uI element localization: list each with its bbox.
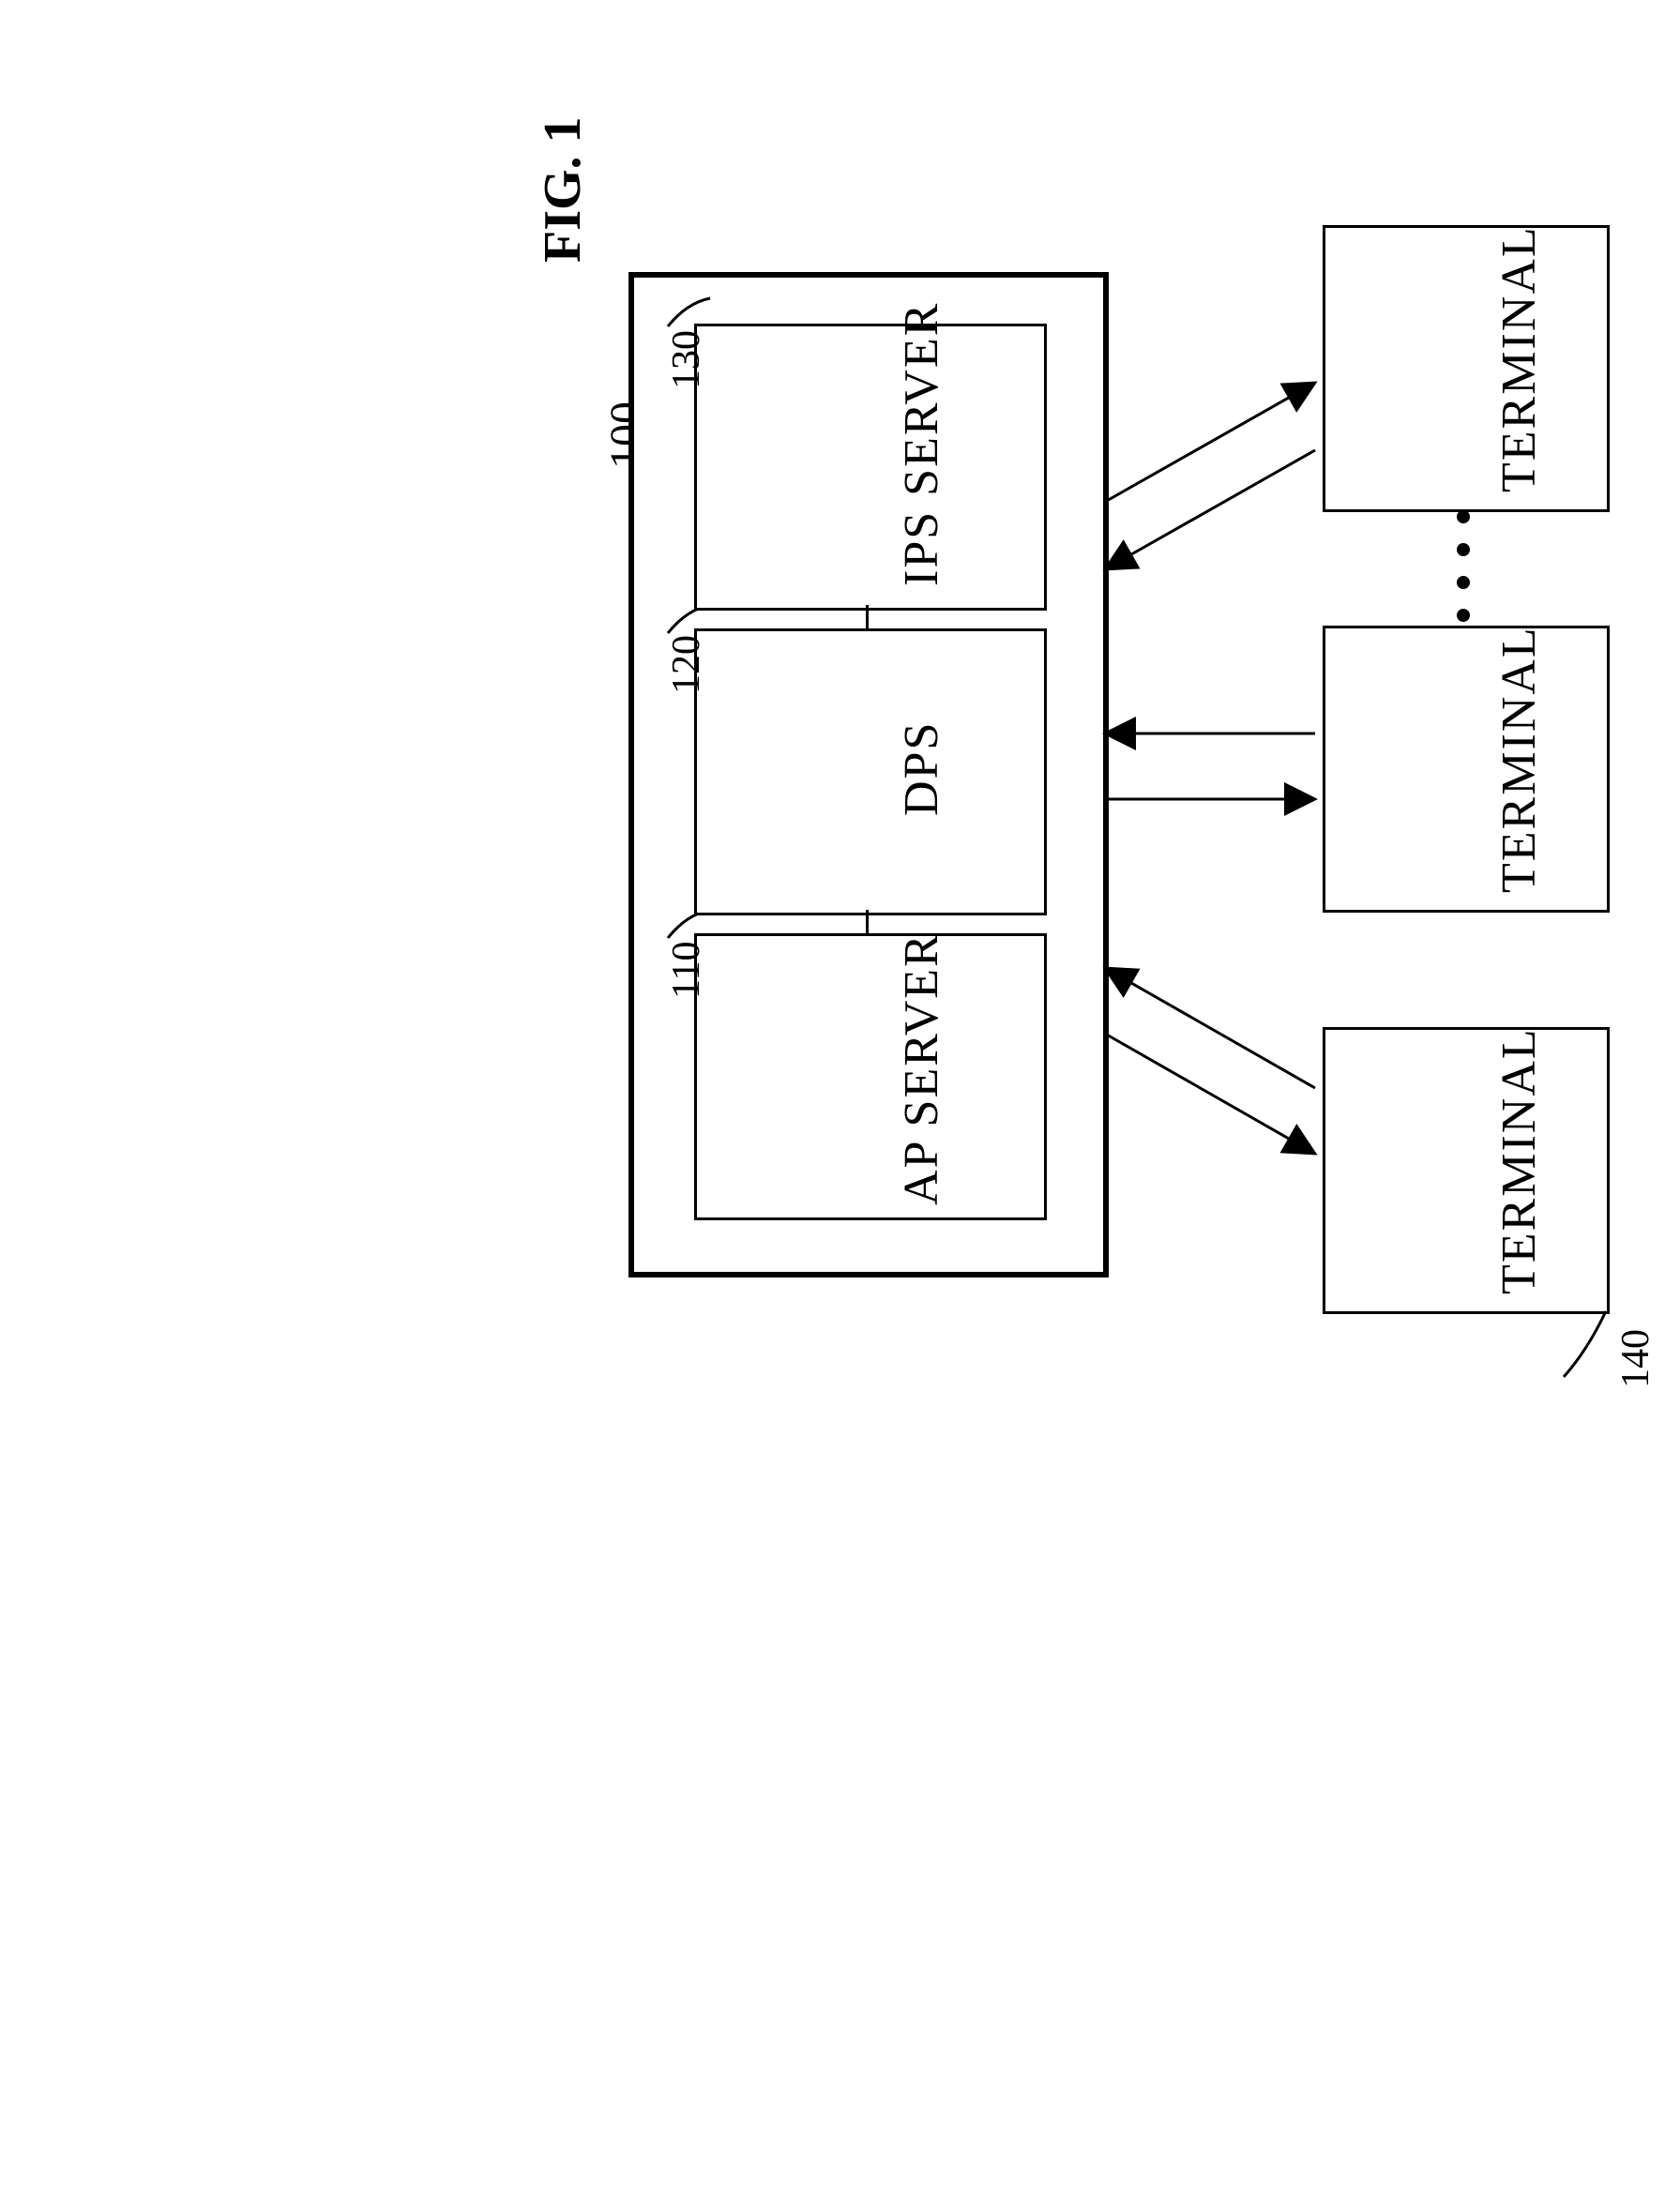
ref-ap-server: 110 [664, 942, 709, 999]
terminal-box-3 [1323, 225, 1610, 512]
terminal-box-2 [1323, 626, 1610, 913]
terminal-label-3: TERMINAL [1491, 225, 1547, 492]
connector-dps-ips [866, 605, 869, 628]
ap-server-box [694, 933, 1047, 1220]
connector-ap-dps [866, 910, 869, 933]
ref-terminal: 140 [1613, 1329, 1658, 1388]
dps-label: DPS [894, 721, 949, 816]
dps-box [694, 628, 1047, 915]
ellipsis-dot [1457, 510, 1470, 523]
terminal-label-1: TERMINAL [1491, 1027, 1547, 1294]
figure-title: FIG. 1 [533, 116, 593, 263]
ips-server-box [694, 324, 1047, 611]
ellipsis-dot [1457, 543, 1470, 556]
terminal-box-1 [1323, 1027, 1610, 1314]
terminal-label-2: TERMINAL [1491, 626, 1547, 893]
ref-dps: 120 [664, 635, 709, 694]
ellipsis-dot [1457, 576, 1470, 589]
ref-ips-server: 130 [664, 330, 709, 389]
ips-server-label: IPS SERVER [894, 302, 949, 586]
page: FIG. 1 100 AP SERVER 110 DPS 120 IPS SER… [0, 0, 1680, 2192]
ellipsis-dot [1457, 609, 1470, 622]
ap-server-label: AP SERVER [894, 932, 949, 1205]
